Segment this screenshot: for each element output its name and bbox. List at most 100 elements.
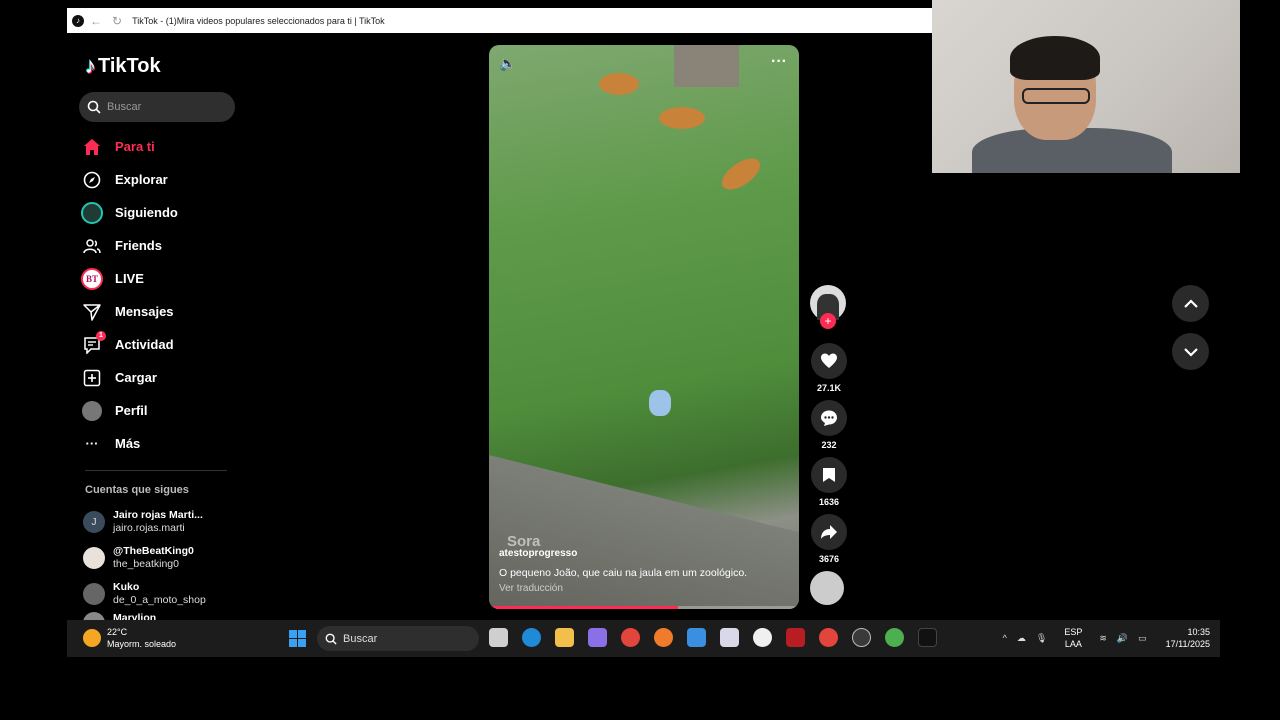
search-input[interactable]: Buscar [79,92,235,122]
video-progress-fill [489,606,679,609]
reload-icon[interactable]: ↻ [112,14,122,28]
previous-video-button[interactable] [1172,285,1209,322]
share-count: 3676 [818,554,840,564]
nav-item-para-ti[interactable]: Para ti [81,130,178,163]
task-view-icon[interactable] [489,628,508,647]
wifi-icon[interactable]: ≋ [1099,633,1107,644]
stone-structure [674,45,739,87]
firefox-icon[interactable] [654,628,673,647]
obs-icon[interactable] [852,628,871,647]
account-name: Jairo rojas Marti... [113,509,203,521]
following-title: Cuentas que sigues [85,484,189,496]
save-button[interactable] [811,457,847,493]
back-icon[interactable]: ← [90,14,102,28]
translate-link[interactable]: Ver traducción [499,583,563,594]
chrome-profile-icon[interactable] [819,628,838,647]
account-handle: jairo.rojas.marti [113,522,185,534]
language-indicator[interactable]: ESP LAA [1064,626,1082,650]
nav-item-live[interactable]: BT LIVE [81,262,178,295]
comment-button[interactable] [811,400,847,436]
nav-label: Más [115,436,141,451]
nav-item-perfil[interactable]: Perfil [81,394,178,427]
friends-icon [81,235,103,257]
webcam-overlay [932,0,1240,173]
music-disc-icon[interactable] [810,571,844,605]
author-avatar[interactable]: + [810,285,846,329]
tiktok-logo[interactable]: ♪ TikTok [85,53,161,79]
follow-plus-icon[interactable]: + [820,313,836,329]
itunes-icon[interactable] [753,628,772,647]
nav-label: Cargar [115,370,157,385]
store-icon[interactable] [687,628,706,647]
taskbar-apps [489,628,951,647]
video-caption: O pequeno João, que caiu na jaula em um … [499,567,748,579]
more-options-icon[interactable]: ··· [771,53,787,71]
following-account[interactable]: J Jairo rojas Marti... jairo.rojas.marti [83,504,206,540]
netflix-icon[interactable] [786,628,805,647]
nav-item-siguiendo[interactable]: Siguiendo [81,196,178,229]
search-icon [325,633,337,645]
nav-label: Perfil [115,403,148,418]
copilot-icon[interactable] [588,628,607,647]
account-handle: the_beatking0 [113,558,179,570]
share-button[interactable] [811,514,847,550]
more-icon: ··· [85,436,99,451]
following-account[interactable]: @TheBeatKing0 the_beatking0 [83,540,206,576]
microphone-icon[interactable]: 🎙 [1036,633,1047,644]
chevron-down-icon [1183,347,1198,357]
account-name: Kuko [113,581,140,593]
lang-bottom: LAA [1064,639,1082,649]
boy [649,390,671,416]
cloud-icon[interactable]: ☁ [1017,633,1026,644]
volume-icon[interactable]: 🔈 [499,55,516,72]
tiktok-favicon-icon: ♪ [72,14,84,27]
nav-item-explorar[interactable]: Explorar [81,163,178,196]
nav-item-actividad[interactable]: 1 Actividad [81,328,178,361]
window-title: TikTok - (1)Mira videos populares selecc… [132,15,385,26]
nav-label: LIVE [115,271,144,286]
following-list: J Jairo rojas Marti... jairo.rojas.marti … [83,504,206,626]
tiger [659,107,705,129]
edge-icon[interactable] [522,628,541,647]
nav-label: Mensajes [115,304,174,319]
system-tray: ^ ☁ 🎙 ESP LAA ≋ 🔊 ▭ 10:35 17/11/2025 [998,626,1210,650]
windows-start-icon[interactable] [289,630,306,647]
clock[interactable]: 10:35 17/11/2025 [1166,626,1210,650]
home-icon [81,136,103,158]
tiktok-taskbar-icon[interactable] [918,628,937,647]
nav-label: Para ti [115,139,155,154]
weather-desc: Mayorm. soleado [107,639,177,649]
like-button[interactable] [811,343,847,379]
tiger [716,152,766,196]
chevron-up-icon [1183,298,1198,308]
weather-widget[interactable]: 22°C Mayorm. soleado [83,626,176,650]
nav-item-cargar[interactable]: Cargar [81,361,178,394]
video-progress-bar[interactable] [489,606,799,609]
clock-date: 17/11/2025 [1165,639,1210,649]
logo-text: TikTok [98,54,161,77]
taskbar-search[interactable]: Buscar [317,626,479,651]
file-explorer-icon[interactable] [555,628,574,647]
nav-label: Siguiendo [115,205,178,220]
nav-item-friends[interactable]: Friends [81,229,178,262]
upload-icon [81,367,103,389]
snipping-tool-icon[interactable] [720,628,739,647]
video-player[interactable]: 🔈 ··· Sora atestoprogresso O pequeno Joã… [489,45,799,609]
nav-label: Friends [115,238,162,253]
windows-taskbar: 22°C Mayorm. soleado Buscar ^ ☁ 🎙 ESP LAA … [67,620,1220,657]
chrome-alt-icon[interactable] [885,628,904,647]
video-username[interactable]: atestoprogresso [499,548,577,559]
activity-badge: 1 [96,330,106,341]
activity-icon: 1 [81,330,106,356]
following-account[interactable]: Kuko de_0_a_moto_shop [83,576,206,612]
chevron-up-icon[interactable]: ^ [1003,633,1007,643]
battery-icon[interactable]: ▭ [1138,633,1147,644]
chrome-icon[interactable] [621,628,640,647]
weather-sun-icon [83,629,101,647]
nav-item-mensajes[interactable]: Mensajes [81,295,178,328]
next-video-button[interactable] [1172,333,1209,370]
following-avatar-icon [81,201,103,224]
volume-icon[interactable]: 🔊 [1117,633,1128,644]
profile-avatar-icon [81,400,103,422]
nav-item-mas[interactable]: ··· Más [81,427,178,460]
